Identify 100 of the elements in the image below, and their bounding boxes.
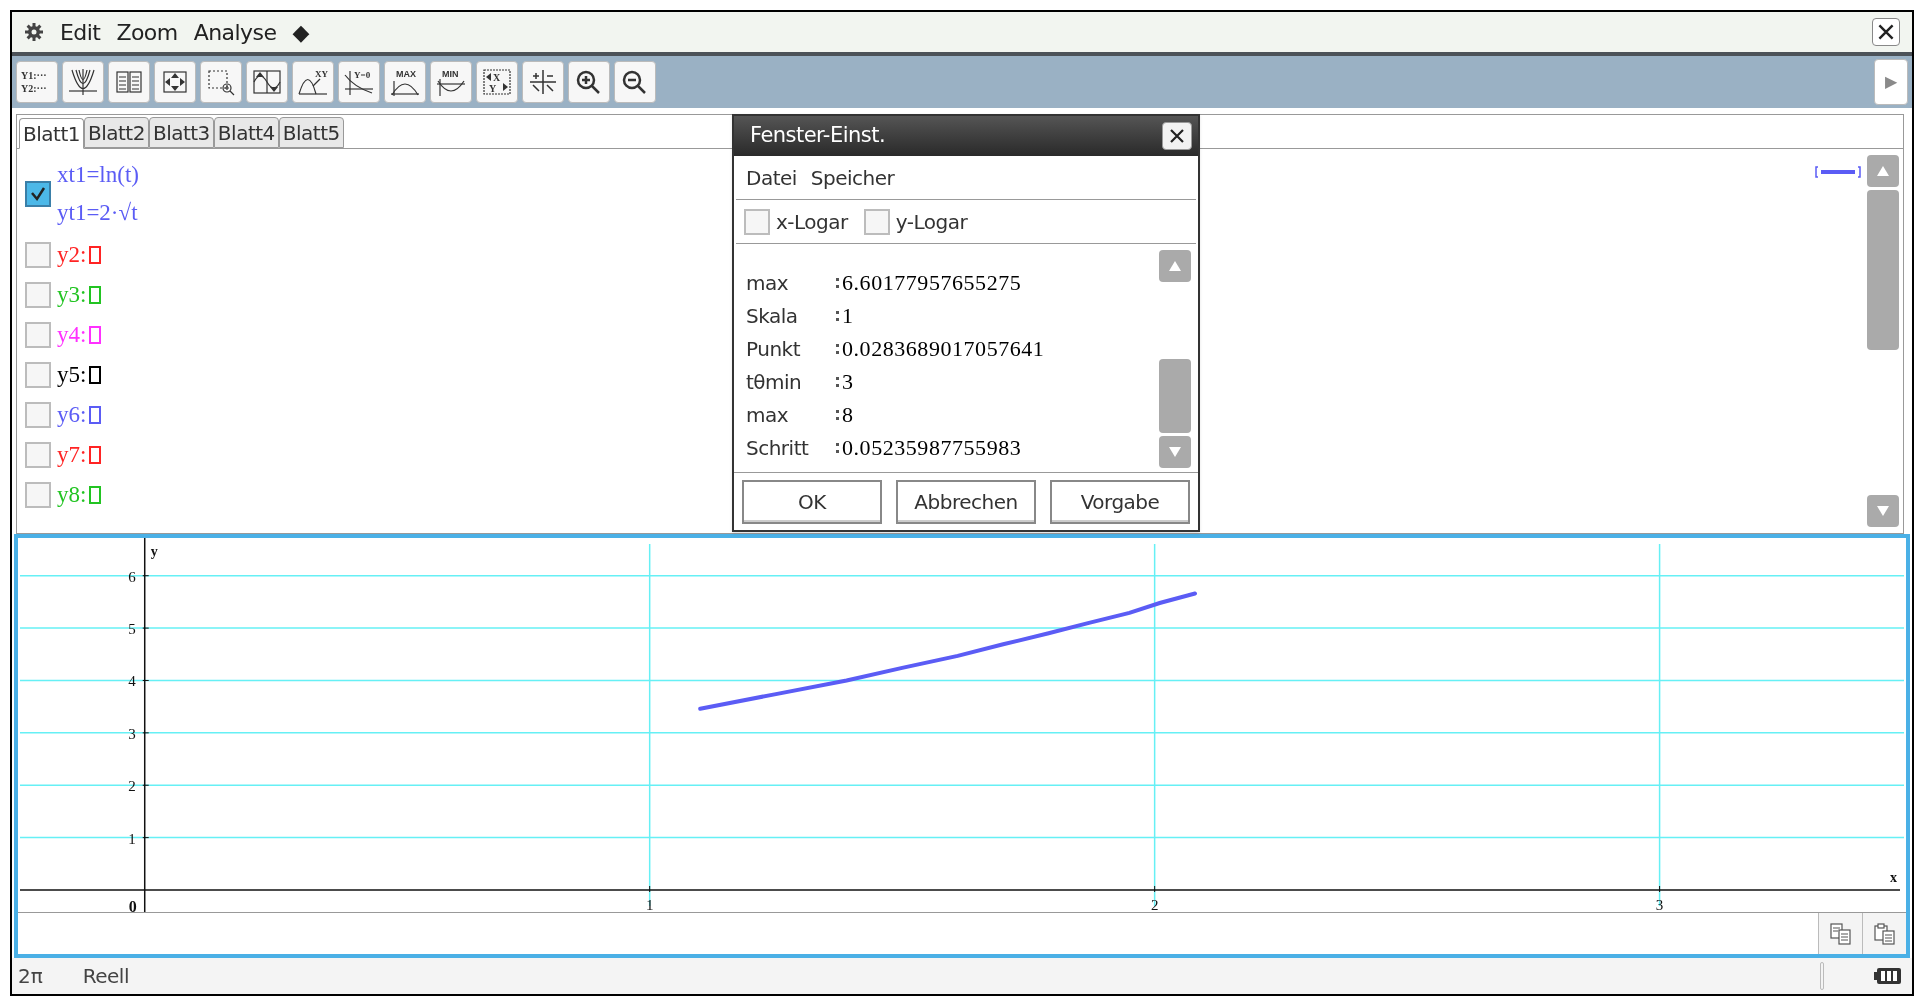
scroll-down-button[interactable]: [1159, 436, 1191, 468]
settings-icon[interactable]: [24, 22, 44, 42]
option-label[interactable]: y-Logar: [895, 206, 968, 237]
function-expression[interactable]: y7:: [57, 436, 87, 474]
tick-label: 2: [1150, 897, 1159, 912]
up-arrow-icon: [1168, 260, 1182, 272]
empty-template-icon: [89, 406, 102, 424]
scroll-up-button[interactable]: [1867, 155, 1899, 187]
tick-label: 3: [1655, 897, 1664, 912]
close-button[interactable]: [1872, 18, 1900, 46]
toolbar-button[interactable]: [522, 61, 564, 103]
scroll-thumb[interactable]: [1159, 359, 1191, 433]
toolbar-button[interactable]: Y1:··· Y2:···: [16, 61, 58, 103]
checkbox[interactable]: [25, 181, 51, 207]
field-value[interactable]: 0.05235987755983: [842, 431, 1022, 464]
menu-item[interactable]: ◆: [292, 15, 309, 49]
checkbox[interactable]: [744, 208, 770, 235]
swap-axes-icon: X Y: [480, 67, 514, 97]
tick-label: 1: [645, 897, 654, 912]
empty-template-icon: [89, 286, 102, 304]
line-style-icon[interactable]: [1815, 165, 1861, 179]
function-expression[interactable]: yt1=2·√t: [57, 194, 138, 232]
curve-family-icon: [66, 67, 100, 97]
dialog-menu-item[interactable]: Datei: [746, 162, 797, 193]
number-mode[interactable]: Reell: [82, 961, 129, 991]
field-separator-icon: [836, 310, 839, 321]
axis-label: y: [150, 544, 158, 559]
sheet-tab[interactable]: Blatt3: [148, 117, 214, 148]
checkbox[interactable]: [25, 402, 51, 428]
function-expression[interactable]: y6:: [57, 396, 87, 434]
field-label: Schritt: [745, 434, 810, 462]
up-arrow-icon: [1876, 165, 1890, 177]
checkbox[interactable]: [25, 482, 51, 508]
field-label: max: [745, 269, 790, 297]
function-expression[interactable]: y5:: [57, 356, 87, 394]
checkbox[interactable]: [863, 208, 890, 235]
sketch-icon: [250, 67, 284, 97]
menu-item[interactable]: Zoom: [116, 15, 178, 49]
menu-item[interactable]: Edit: [60, 15, 101, 49]
toolbar-button[interactable]: XY: [292, 61, 334, 103]
paste-button[interactable]: [1862, 913, 1906, 954]
toolbar-button[interactable]: X Y: [476, 61, 518, 103]
dialog-button[interactable]: OK: [742, 479, 882, 524]
checkbox[interactable]: [25, 322, 51, 348]
dialog-button[interactable]: Vorgabe: [1050, 479, 1190, 524]
checkbox[interactable]: [25, 442, 51, 468]
field-separator-icon: [836, 409, 839, 420]
empty-template-icon: [89, 246, 102, 264]
copy-icon: [1828, 921, 1853, 946]
empty-template-icon: [89, 366, 102, 384]
field-separator-icon: [836, 442, 839, 453]
toolbar-button[interactable]: [568, 61, 610, 103]
sheet-tab[interactable]: Blatt5: [278, 117, 344, 148]
empty-template-icon: [89, 326, 102, 344]
indicator-icon: [1820, 962, 1824, 990]
field-label: tθmin: [745, 368, 803, 396]
sheet-tab[interactable]: Blatt1: [19, 118, 84, 149]
menu-item[interactable]: Analyse: [193, 15, 277, 49]
field-value[interactable]: 1: [842, 299, 854, 332]
field-value[interactable]: 6.60177957655275: [842, 266, 1022, 299]
function-expression[interactable]: y2:: [57, 236, 87, 274]
checkbox[interactable]: [25, 362, 51, 388]
checkbox[interactable]: [25, 282, 51, 308]
toolbar-button[interactable]: MAX: [384, 61, 426, 103]
paste-icon: [1872, 921, 1897, 946]
tick-label: 0: [128, 898, 137, 912]
down-arrow-icon: [1876, 505, 1890, 517]
dialog-title: Fenster-Einst.: [750, 122, 886, 150]
empty-template-icon: [89, 446, 102, 464]
toolbar-button[interactable]: [62, 61, 104, 103]
field-label: Skala: [745, 302, 799, 330]
copy-button[interactable]: [1818, 913, 1862, 954]
field-value[interactable]: 0.0283689017057641: [842, 332, 1045, 365]
field-value[interactable]: 8: [842, 398, 854, 431]
field-value[interactable]: 3: [842, 365, 854, 398]
scroll-down-button[interactable]: [1867, 495, 1899, 527]
scroll-up-button[interactable]: [1159, 250, 1191, 282]
toolbar-button[interactable]: MIN: [430, 61, 472, 103]
checkbox[interactable]: [25, 242, 51, 268]
sheet-tab[interactable]: Blatt4: [213, 117, 279, 148]
toolbar-button[interactable]: [154, 61, 196, 103]
angle-unit[interactable]: 2π: [18, 961, 43, 991]
empty-template-icon: [89, 486, 102, 504]
scroll-thumb[interactable]: [1867, 190, 1899, 350]
toolbar-button[interactable]: [614, 61, 656, 103]
field-separator-icon: [836, 376, 839, 387]
toolbar-button[interactable]: Y=0: [338, 61, 380, 103]
battery-icon: [1874, 967, 1902, 985]
dialog-close-button[interactable]: [1162, 122, 1192, 150]
dialog-button[interactable]: Abbrechen: [896, 479, 1036, 524]
field-label: Punkt: [745, 335, 801, 363]
dialog-menu-item[interactable]: Speicher: [810, 162, 895, 193]
sheet-tab[interactable]: Blatt2: [83, 117, 149, 148]
tick-label: 5: [128, 621, 136, 638]
function-expression[interactable]: xt1=ln(t): [57, 156, 139, 194]
option-label[interactable]: x-Logar: [776, 206, 848, 237]
check-icon: [30, 186, 46, 202]
down-arrow-icon: [1168, 446, 1182, 458]
toolbar-button[interactable]: [246, 61, 288, 103]
field-label: max: [745, 401, 790, 429]
